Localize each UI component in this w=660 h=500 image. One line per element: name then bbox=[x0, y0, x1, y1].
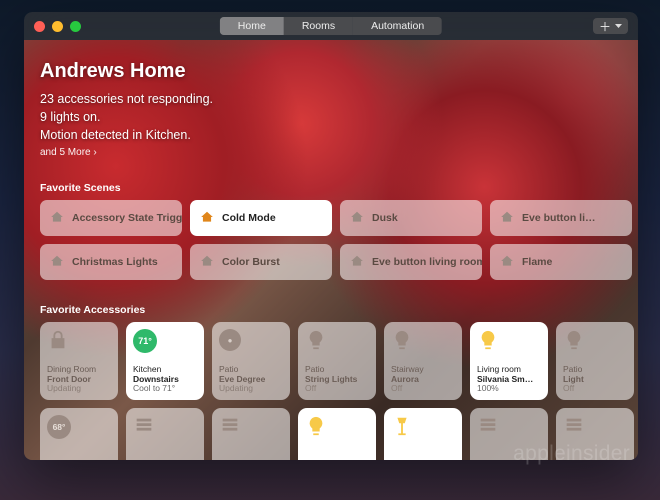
section-label-accessories: Favorite Accessories bbox=[40, 304, 638, 316]
titlebar: Home Rooms Automation ＋ bbox=[24, 12, 638, 40]
bulb-icon bbox=[477, 329, 541, 360]
scene-tile[interactable]: Christmas Lights bbox=[40, 244, 182, 280]
house-icon bbox=[50, 254, 64, 271]
house-icon bbox=[350, 254, 364, 271]
accessory-tile[interactable]: PatioString LightsOff bbox=[298, 322, 376, 400]
tile-status: 100% bbox=[477, 384, 541, 393]
scene-label: Accessory State Trigge… bbox=[72, 212, 182, 224]
accessory-tile[interactable]: Living roomSilvania Sm…100% bbox=[470, 322, 548, 400]
accessory-tile[interactable]: Dining Room bbox=[384, 408, 462, 460]
home-title: Andrews Home bbox=[40, 60, 638, 83]
accessory-tile[interactable]: Dining RoomFront DoorUpdating bbox=[40, 322, 118, 400]
tile-status: Off bbox=[305, 384, 369, 393]
add-dropdown[interactable]: ＋ bbox=[593, 18, 628, 34]
close-button[interactable] bbox=[34, 21, 45, 32]
tile-status: Updating bbox=[47, 384, 111, 393]
scene-row: Christmas Lights Color Burst Eve button li… bbox=[40, 244, 638, 280]
house-icon bbox=[350, 210, 364, 227]
scene-label: Color Burst bbox=[222, 256, 280, 268]
section-label-scenes: Favorite Scenes bbox=[40, 182, 638, 194]
scene-row: Accessory State Trigge… Cold Mode Dusk Eve … bbox=[40, 200, 638, 236]
tile-status: Updating bbox=[219, 384, 283, 393]
status-line: 9 lights on. bbox=[40, 108, 638, 126]
accessory-tile[interactable]: Guest Bed… bbox=[470, 408, 548, 460]
scene-label: Dusk bbox=[372, 212, 398, 224]
scene-tile[interactable]: Eve button li… bbox=[490, 200, 632, 236]
tile-room: Patio bbox=[219, 365, 283, 374]
plus-icon: ＋ bbox=[599, 18, 611, 35]
traffic-lights bbox=[24, 21, 81, 32]
more-status-link[interactable]: and 5 More › bbox=[40, 147, 638, 158]
lamp-icon bbox=[391, 415, 455, 446]
accessory-tile[interactable]: ●PatioEve DegreeUpdating bbox=[212, 322, 290, 400]
accessory-row: 68°Default RoomDefault RoomDefault RoomF… bbox=[40, 408, 638, 460]
tile-room: Patio bbox=[305, 365, 369, 374]
blinds-icon bbox=[477, 415, 541, 446]
blinds-icon bbox=[133, 415, 197, 446]
tile-room: Dining Room bbox=[47, 365, 111, 374]
scene-label: Christmas Lights bbox=[72, 256, 158, 268]
minimize-button[interactable] bbox=[52, 21, 63, 32]
status-line: 23 accessories not responding. bbox=[40, 90, 638, 108]
chevron-down-icon bbox=[615, 24, 622, 29]
accessory-tile[interactable]: 68°Default Room bbox=[40, 408, 118, 460]
bulb-icon bbox=[391, 329, 455, 360]
tile-status: Off bbox=[563, 384, 627, 393]
scene-tile[interactable]: Flame bbox=[490, 244, 632, 280]
accessory-tile[interactable]: Default Room bbox=[126, 408, 204, 460]
accessory-tile[interactable]: Guest Bed… bbox=[556, 408, 634, 460]
lock-icon bbox=[47, 329, 111, 360]
scene-label: Eve button li… bbox=[522, 212, 596, 224]
bulb-icon bbox=[305, 415, 369, 446]
scene-tile[interactable]: Color Burst bbox=[190, 244, 332, 280]
house-icon bbox=[200, 210, 214, 227]
scene-label: Flame bbox=[522, 256, 552, 268]
status-line: Motion detected in Kitchen. bbox=[40, 126, 638, 144]
accessory-tile[interactable]: Default Room bbox=[212, 408, 290, 460]
tile-room: Living room bbox=[477, 365, 541, 374]
accessory-tile[interactable]: PatioLightOff bbox=[556, 322, 634, 400]
accessory-row: Dining RoomFront DoorUpdating 71° Kitchen D… bbox=[40, 322, 638, 400]
scene-tile[interactable]: Eve button living room li… bbox=[340, 244, 482, 280]
scene-tile[interactable]: Accessory State Trigge… bbox=[40, 200, 182, 236]
bulb-icon bbox=[563, 329, 627, 360]
tile-status: Cool to 71° bbox=[133, 384, 197, 393]
tile-room: Stairway bbox=[391, 365, 455, 374]
thermo-dim-icon: ● bbox=[219, 329, 283, 355]
thermo-icon: 71° bbox=[133, 329, 197, 357]
blinds-icon bbox=[563, 415, 627, 446]
thermo-dim-icon: 68° bbox=[47, 415, 111, 443]
tile-room: Patio bbox=[563, 365, 627, 374]
scene-label: Cold Mode bbox=[222, 212, 276, 224]
status-summary: 23 accessories not responding. 9 lights … bbox=[40, 90, 638, 144]
accessory-tile[interactable]: 71°KitchenDownstairsCool to 71° bbox=[126, 322, 204, 400]
bulb-icon bbox=[305, 329, 369, 360]
house-icon bbox=[500, 254, 514, 271]
content-area: Andrews Home 23 accessories not respondi… bbox=[24, 40, 638, 460]
tab-home[interactable]: Home bbox=[220, 17, 284, 35]
tab-automation[interactable]: Automation bbox=[353, 17, 442, 35]
scene-tile[interactable]: Dusk bbox=[340, 200, 482, 236]
tab-group: Home Rooms Automation bbox=[220, 17, 442, 35]
accessory-tile[interactable]: Fish Room bbox=[298, 408, 376, 460]
tile-room: Kitchen bbox=[133, 365, 197, 374]
accessory-tile[interactable]: StairwayAuroraOff bbox=[384, 322, 462, 400]
blinds-icon bbox=[219, 415, 283, 446]
scene-tile[interactable]: Cold Mode bbox=[190, 200, 332, 236]
house-icon bbox=[200, 254, 214, 271]
maximize-button[interactable] bbox=[70, 21, 81, 32]
tab-rooms[interactable]: Rooms bbox=[284, 17, 353, 35]
house-icon bbox=[50, 210, 64, 227]
scene-label: Eve button living room li… bbox=[372, 256, 482, 268]
app-window: Home Rooms Automation ＋ Andrews Home 23 … bbox=[24, 12, 638, 460]
tile-status: Off bbox=[391, 384, 455, 393]
house-icon bbox=[500, 210, 514, 227]
